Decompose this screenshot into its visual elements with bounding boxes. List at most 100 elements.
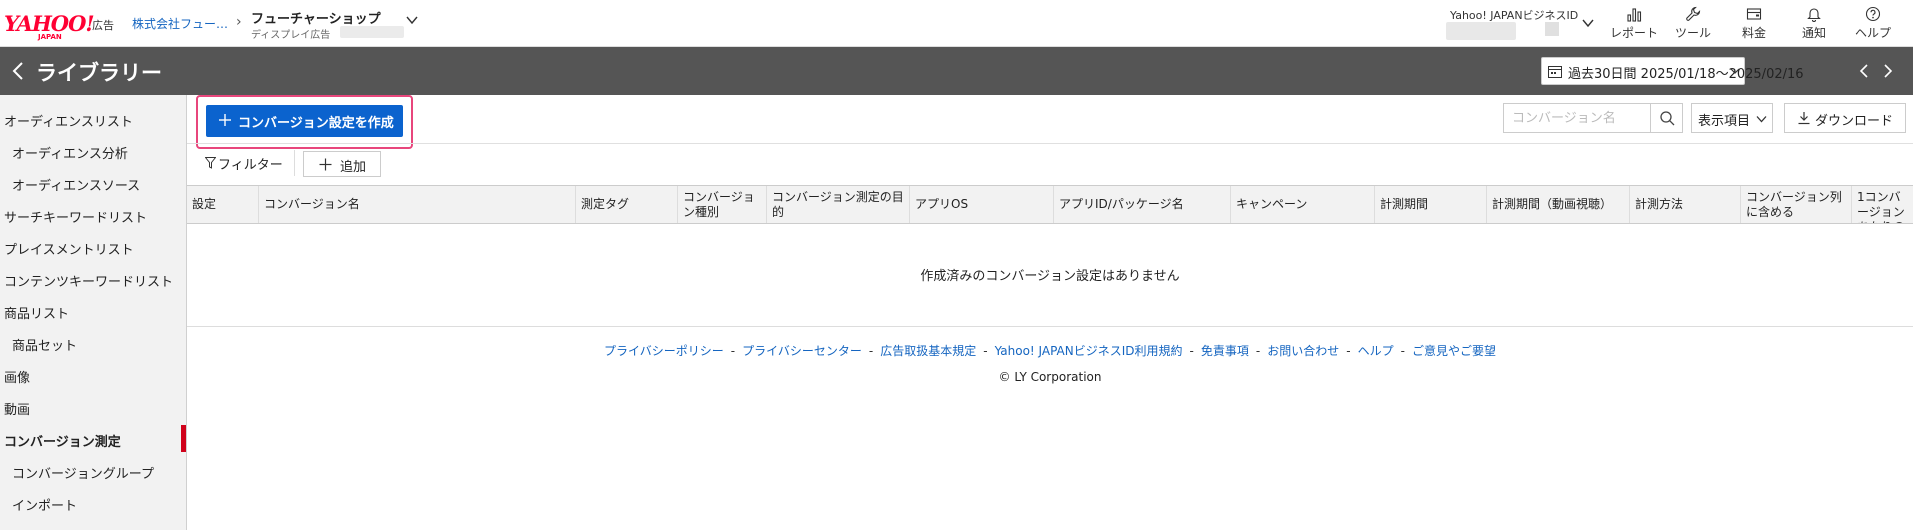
question-icon — [1865, 6, 1881, 22]
sidebar-item-product-list[interactable]: 商品リスト — [0, 294, 186, 326]
footer-link-disclaimer[interactable]: 免責事項 — [1201, 344, 1249, 358]
sidebar-item-placement-list[interactable]: プレイスメントリスト — [0, 230, 186, 262]
plus-icon — [219, 114, 231, 126]
tools-button[interactable]: ツール — [1663, 6, 1723, 41]
display-items-label: 表示項目 — [1698, 114, 1751, 129]
display-items-dropdown[interactable]: 表示項目 — [1691, 103, 1773, 133]
column-header-measurement-period[interactable]: 計測期間 — [1374, 186, 1486, 223]
footer-separator: - — [1400, 344, 1405, 358]
yahoo-logo-sub: JAPAN — [38, 33, 62, 41]
sidebar-item-product-set[interactable]: 商品セット — [0, 326, 186, 358]
filter-divider — [294, 150, 295, 176]
help-button[interactable]: ヘルプ — [1843, 6, 1903, 41]
download-button[interactable]: ダウンロード — [1784, 103, 1906, 133]
footer-links: プライバシーポリシー - プライバシーセンター - 広告取扱基本規定 - Yahoo! JA… — [187, 342, 1913, 359]
sidebar-item-audience-list[interactable]: オーディエンスリスト — [0, 102, 186, 134]
sidebar-item-images[interactable]: 画像 — [0, 358, 186, 390]
copyright: © LY Corporation — [998, 370, 1102, 384]
column-header-include-in-conversions[interactable]: コンバージョン列に含める — [1740, 186, 1851, 223]
footer-link-ad-terms[interactable]: 広告取扱基本規定 — [880, 344, 976, 358]
table-empty-row: 作成済みのコンバージョン設定はありません — [187, 224, 1913, 327]
company-link[interactable]: 株式会社フュー… — [132, 15, 228, 32]
notifications-button[interactable]: 通知 — [1784, 6, 1844, 41]
previous-period-icon[interactable] — [1857, 61, 1871, 81]
table-header: 設定 コンバージョン名 測定タグ コンバージョン種別 コンバージョン測定の目的 … — [187, 185, 1913, 224]
sidebar-item-audience-analysis[interactable]: オーディエンス分析 — [0, 134, 186, 166]
next-period-icon[interactable] — [1881, 61, 1895, 81]
create-conversion-button[interactable]: コンバージョン設定を作成 — [206, 105, 403, 137]
filter-button[interactable]: フィルター — [205, 154, 283, 173]
billing-button[interactable]: 料金 — [1724, 6, 1784, 41]
wrench-icon — [1686, 6, 1701, 21]
column-header-campaign[interactable]: キャンペーン — [1230, 186, 1374, 223]
footer-separator: - — [1346, 344, 1351, 358]
sidebar-item-import[interactable]: インポート — [0, 486, 186, 518]
footer-link-contact[interactable]: お問い合わせ — [1267, 344, 1339, 358]
column-header-conversion-type[interactable]: コンバージョン種別 — [677, 186, 766, 223]
add-filter-label: 追加 — [340, 160, 367, 175]
search-button[interactable] — [1650, 103, 1683, 133]
account-name[interactable]: フューチャーショップ — [251, 8, 381, 27]
report-label: レポート — [1609, 26, 1658, 40]
search-icon — [1660, 111, 1675, 126]
filter-icon — [205, 157, 216, 169]
yahoo-logo[interactable]: YAHOO! — [4, 13, 95, 34]
footer-link-feedback[interactable]: ご意見やご要望 — [1412, 344, 1496, 358]
column-header-value-per-conversion[interactable]: 1コンバージョンあたりの価値 — [1851, 186, 1913, 223]
account-type: ディスプレイ広告 — [251, 30, 331, 41]
sidebar-item-content-keyword-list[interactable]: コンテンツキーワードリスト — [0, 262, 186, 294]
filter-row: フィルター 追加 — [187, 143, 1913, 185]
date-range-select[interactable]: 過去30日間 2025/01/18〜2025/02/16 — [1541, 57, 1804, 85]
back-chevron-icon[interactable] — [8, 60, 28, 82]
filter-label: フィルター — [218, 158, 283, 173]
page-title: ライブラリー — [36, 61, 162, 85]
bar-chart-icon — [1627, 8, 1642, 22]
footer-separator: - — [1255, 344, 1261, 358]
conversion-search-input[interactable] — [1503, 103, 1650, 133]
footer-separator: - — [983, 344, 988, 358]
business-id-label: Yahoo! JAPANビジネスID — [1450, 9, 1579, 22]
footer-link-help[interactable]: ヘルプ — [1358, 344, 1394, 358]
footer-link-business-id-terms[interactable]: Yahoo! JAPANビジネスID利用規約 — [995, 344, 1183, 358]
column-header-app-id[interactable]: アプリID/パッケージ名 — [1053, 186, 1230, 223]
billing-label: 料金 — [1741, 26, 1766, 40]
plus-icon — [319, 158, 332, 171]
notifications-label: 通知 — [1801, 26, 1826, 40]
sidebar-item-videos[interactable]: 動画 — [0, 390, 186, 422]
column-header-conversion-name[interactable]: コンバージョン名 — [258, 186, 575, 223]
add-filter-button[interactable]: 追加 — [303, 151, 381, 177]
date-range-label: 過去30日間 2025/01/18〜2025/02/16 — [1568, 67, 1804, 82]
footer-link-privacy-policy[interactable]: プライバシーポリシー — [604, 344, 724, 358]
footer-separator: - — [730, 344, 736, 358]
sidebar-item-conversion-group[interactable]: コンバージョングループ — [0, 454, 186, 486]
help-label: ヘルプ — [1854, 26, 1891, 40]
business-id-redacted-2 — [1545, 22, 1559, 36]
column-header-measurement-method[interactable]: 計測方法 — [1629, 186, 1740, 223]
sidebar-item-audience-source[interactable]: オーディエンスソース — [0, 166, 186, 198]
column-header-conversion-purpose[interactable]: コンバージョン測定の目的 — [766, 186, 909, 223]
footer-link-privacy-center[interactable]: プライバシーセンター — [742, 344, 862, 358]
download-label: ダウンロード — [1815, 114, 1894, 129]
logo-ad-label: 広告 — [92, 19, 114, 32]
chevron-down-icon — [1756, 116, 1767, 123]
column-header-video-measurement-period[interactable]: 計測期間（動画視聴） — [1486, 186, 1629, 223]
tools-label: ツール — [1674, 26, 1711, 40]
sidebar-item-search-keyword-list[interactable]: サーチキーワードリスト — [0, 198, 186, 230]
column-header-measurement-tag[interactable]: 測定タグ — [575, 186, 677, 223]
footer-separator: - — [1189, 344, 1194, 358]
footer-separator: - — [868, 344, 874, 358]
account-switch-chevron-down-icon[interactable] — [405, 13, 419, 27]
sidebar-item-conversion-measurement[interactable]: コンバージョン測定 — [0, 422, 186, 454]
account-id-redacted — [340, 26, 404, 38]
create-button-highlight: コンバージョン設定を作成 — [196, 95, 413, 149]
title-bar: ライブラリー 過去30日間 2025/01/18〜2025/02/16 — [0, 47, 1913, 95]
column-header-settings[interactable]: 設定 — [187, 186, 258, 223]
business-id-chevron-down-icon[interactable] — [1581, 16, 1595, 30]
empty-message: 作成済みのコンバージョン設定はありません — [920, 269, 1180, 284]
column-header-app-os[interactable]: アプリOS — [909, 186, 1053, 223]
breadcrumb-chevron-icon: › — [236, 14, 242, 30]
report-button[interactable]: レポート — [1604, 6, 1664, 41]
business-id-redacted — [1446, 22, 1516, 40]
top-header: YAHOO! JAPAN 広告 株式会社フュー… › フューチャーショップ ディ… — [0, 0, 1913, 47]
sidebar: オーディエンスリスト オーディエンス分析 オーディエンスソース サーチキーワード… — [0, 95, 187, 530]
